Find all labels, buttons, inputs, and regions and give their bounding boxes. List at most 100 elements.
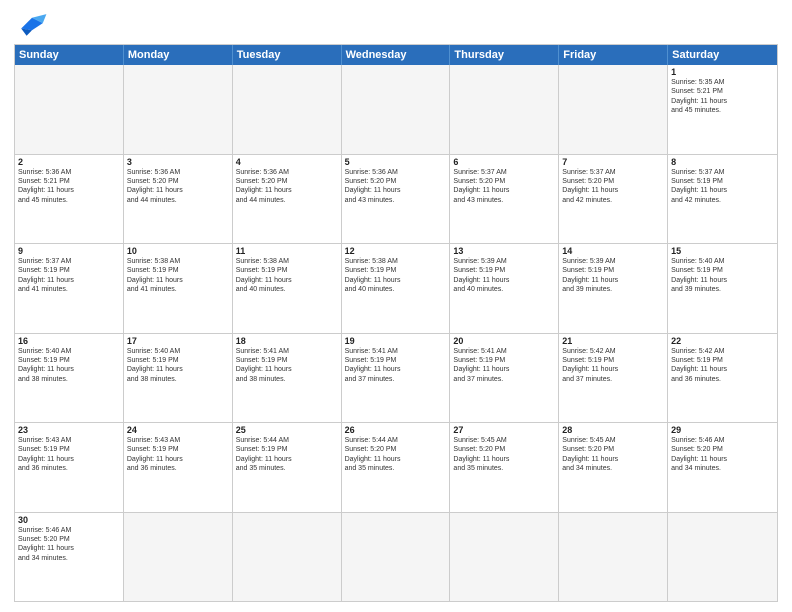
day-info: Sunrise: 5:42 AM Sunset: 5:19 PM Dayligh… [562, 347, 664, 385]
calendar-cell [15, 65, 124, 154]
calendar-cell: 5Sunrise: 5:36 AM Sunset: 5:20 PM Daylig… [342, 155, 451, 244]
calendar-cell [668, 513, 777, 602]
weekday-header-saturday: Saturday [668, 45, 777, 65]
day-info: Sunrise: 5:42 AM Sunset: 5:19 PM Dayligh… [671, 347, 774, 385]
day-number: 21 [562, 336, 664, 346]
day-number: 9 [18, 246, 120, 256]
calendar-cell: 6Sunrise: 5:37 AM Sunset: 5:20 PM Daylig… [450, 155, 559, 244]
day-info: Sunrise: 5:35 AM Sunset: 5:21 PM Dayligh… [671, 78, 774, 116]
calendar: SundayMondayTuesdayWednesdayThursdayFrid… [14, 44, 778, 602]
day-number: 28 [562, 425, 664, 435]
calendar-cell: 24Sunrise: 5:43 AM Sunset: 5:19 PM Dayli… [124, 423, 233, 512]
calendar-cell: 14Sunrise: 5:39 AM Sunset: 5:19 PM Dayli… [559, 244, 668, 333]
calendar-cell: 17Sunrise: 5:40 AM Sunset: 5:19 PM Dayli… [124, 334, 233, 423]
weekday-header-sunday: Sunday [15, 45, 124, 65]
calendar-cell: 2Sunrise: 5:36 AM Sunset: 5:21 PM Daylig… [15, 155, 124, 244]
day-info: Sunrise: 5:43 AM Sunset: 5:19 PM Dayligh… [18, 436, 120, 474]
day-info: Sunrise: 5:44 AM Sunset: 5:19 PM Dayligh… [236, 436, 338, 474]
calendar-cell: 22Sunrise: 5:42 AM Sunset: 5:19 PM Dayli… [668, 334, 777, 423]
calendar-cell: 27Sunrise: 5:45 AM Sunset: 5:20 PM Dayli… [450, 423, 559, 512]
day-info: Sunrise: 5:45 AM Sunset: 5:20 PM Dayligh… [562, 436, 664, 474]
calendar-cell: 4Sunrise: 5:36 AM Sunset: 5:20 PM Daylig… [233, 155, 342, 244]
calendar-cell: 28Sunrise: 5:45 AM Sunset: 5:20 PM Dayli… [559, 423, 668, 512]
weekday-header-thursday: Thursday [450, 45, 559, 65]
calendar-cell: 18Sunrise: 5:41 AM Sunset: 5:19 PM Dayli… [233, 334, 342, 423]
day-info: Sunrise: 5:41 AM Sunset: 5:19 PM Dayligh… [236, 347, 338, 385]
day-number: 15 [671, 246, 774, 256]
day-number: 17 [127, 336, 229, 346]
day-number: 12 [345, 246, 447, 256]
calendar-cell: 11Sunrise: 5:38 AM Sunset: 5:19 PM Dayli… [233, 244, 342, 333]
weekday-header-tuesday: Tuesday [233, 45, 342, 65]
header [14, 10, 778, 38]
calendar-cell: 29Sunrise: 5:46 AM Sunset: 5:20 PM Dayli… [668, 423, 777, 512]
weekday-header-friday: Friday [559, 45, 668, 65]
calendar-row-5: 30Sunrise: 5:46 AM Sunset: 5:20 PM Dayli… [15, 512, 777, 602]
day-info: Sunrise: 5:40 AM Sunset: 5:19 PM Dayligh… [671, 257, 774, 295]
day-number: 16 [18, 336, 120, 346]
calendar-body: 1Sunrise: 5:35 AM Sunset: 5:21 PM Daylig… [15, 65, 777, 601]
day-number: 13 [453, 246, 555, 256]
weekday-header-wednesday: Wednesday [342, 45, 451, 65]
day-info: Sunrise: 5:39 AM Sunset: 5:19 PM Dayligh… [453, 257, 555, 295]
calendar-cell: 12Sunrise: 5:38 AM Sunset: 5:19 PM Dayli… [342, 244, 451, 333]
logo-icon [14, 10, 50, 38]
day-number: 2 [18, 157, 120, 167]
day-info: Sunrise: 5:37 AM Sunset: 5:20 PM Dayligh… [562, 168, 664, 206]
day-number: 30 [18, 515, 120, 525]
day-number: 20 [453, 336, 555, 346]
day-number: 11 [236, 246, 338, 256]
day-info: Sunrise: 5:41 AM Sunset: 5:19 PM Dayligh… [453, 347, 555, 385]
calendar-cell: 3Sunrise: 5:36 AM Sunset: 5:20 PM Daylig… [124, 155, 233, 244]
day-number: 19 [345, 336, 447, 346]
day-number: 10 [127, 246, 229, 256]
day-info: Sunrise: 5:43 AM Sunset: 5:19 PM Dayligh… [127, 436, 229, 474]
calendar-cell: 26Sunrise: 5:44 AM Sunset: 5:20 PM Dayli… [342, 423, 451, 512]
day-info: Sunrise: 5:37 AM Sunset: 5:19 PM Dayligh… [671, 168, 774, 206]
calendar-row-3: 16Sunrise: 5:40 AM Sunset: 5:19 PM Dayli… [15, 333, 777, 423]
day-info: Sunrise: 5:38 AM Sunset: 5:19 PM Dayligh… [236, 257, 338, 295]
day-number: 26 [345, 425, 447, 435]
calendar-row-0: 1Sunrise: 5:35 AM Sunset: 5:21 PM Daylig… [15, 65, 777, 154]
day-info: Sunrise: 5:39 AM Sunset: 5:19 PM Dayligh… [562, 257, 664, 295]
day-number: 29 [671, 425, 774, 435]
day-info: Sunrise: 5:45 AM Sunset: 5:20 PM Dayligh… [453, 436, 555, 474]
day-number: 18 [236, 336, 338, 346]
day-info: Sunrise: 5:44 AM Sunset: 5:20 PM Dayligh… [345, 436, 447, 474]
calendar-cell [342, 65, 451, 154]
calendar-row-4: 23Sunrise: 5:43 AM Sunset: 5:19 PM Dayli… [15, 422, 777, 512]
calendar-cell: 21Sunrise: 5:42 AM Sunset: 5:19 PM Dayli… [559, 334, 668, 423]
day-number: 22 [671, 336, 774, 346]
day-info: Sunrise: 5:46 AM Sunset: 5:20 PM Dayligh… [18, 526, 120, 564]
calendar-cell: 16Sunrise: 5:40 AM Sunset: 5:19 PM Dayli… [15, 334, 124, 423]
calendar-cell: 8Sunrise: 5:37 AM Sunset: 5:19 PM Daylig… [668, 155, 777, 244]
logo-area [14, 10, 56, 38]
day-info: Sunrise: 5:38 AM Sunset: 5:19 PM Dayligh… [127, 257, 229, 295]
calendar-cell [342, 513, 451, 602]
calendar-cell [450, 513, 559, 602]
calendar-cell [233, 65, 342, 154]
day-info: Sunrise: 5:36 AM Sunset: 5:20 PM Dayligh… [127, 168, 229, 206]
calendar-cell: 19Sunrise: 5:41 AM Sunset: 5:19 PM Dayli… [342, 334, 451, 423]
day-number: 3 [127, 157, 229, 167]
day-number: 14 [562, 246, 664, 256]
day-info: Sunrise: 5:41 AM Sunset: 5:19 PM Dayligh… [345, 347, 447, 385]
day-info: Sunrise: 5:37 AM Sunset: 5:19 PM Dayligh… [18, 257, 120, 295]
calendar-cell: 7Sunrise: 5:37 AM Sunset: 5:20 PM Daylig… [559, 155, 668, 244]
day-info: Sunrise: 5:36 AM Sunset: 5:20 PM Dayligh… [236, 168, 338, 206]
calendar-cell: 1Sunrise: 5:35 AM Sunset: 5:21 PM Daylig… [668, 65, 777, 154]
calendar-cell: 10Sunrise: 5:38 AM Sunset: 5:19 PM Dayli… [124, 244, 233, 333]
calendar-row-2: 9Sunrise: 5:37 AM Sunset: 5:19 PM Daylig… [15, 243, 777, 333]
calendar-cell [559, 65, 668, 154]
day-info: Sunrise: 5:46 AM Sunset: 5:20 PM Dayligh… [671, 436, 774, 474]
day-number: 24 [127, 425, 229, 435]
day-number: 5 [345, 157, 447, 167]
day-info: Sunrise: 5:36 AM Sunset: 5:21 PM Dayligh… [18, 168, 120, 206]
calendar-cell [450, 65, 559, 154]
calendar-cell: 25Sunrise: 5:44 AM Sunset: 5:19 PM Dayli… [233, 423, 342, 512]
day-number: 23 [18, 425, 120, 435]
day-number: 4 [236, 157, 338, 167]
calendar-cell: 9Sunrise: 5:37 AM Sunset: 5:19 PM Daylig… [15, 244, 124, 333]
calendar-cell: 30Sunrise: 5:46 AM Sunset: 5:20 PM Dayli… [15, 513, 124, 602]
day-info: Sunrise: 5:38 AM Sunset: 5:19 PM Dayligh… [345, 257, 447, 295]
